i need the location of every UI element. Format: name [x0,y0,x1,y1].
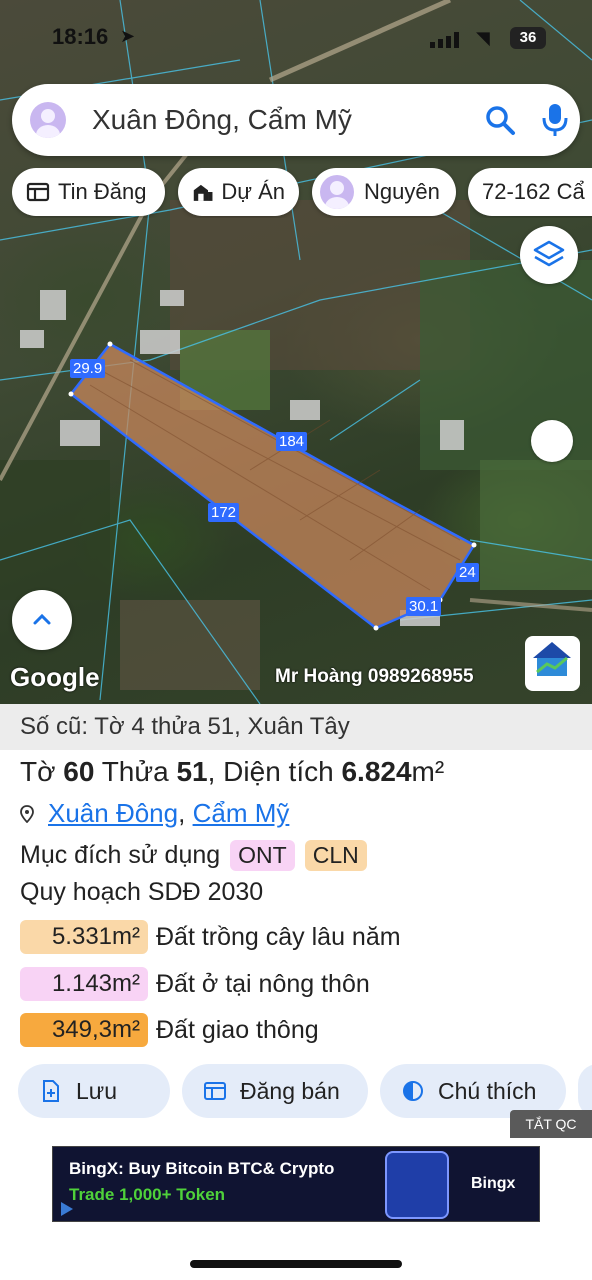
area-breakdown-label: Đất giao thông [156,1015,319,1044]
purpose-label: Mục đích sử dụng [20,841,221,869]
filter-chips: Tin Đăng Dự Án Nguyên 72-162 Cẩ [12,168,592,218]
chip-user[interactable]: Nguyên [312,168,456,216]
wifi-icon: ◥ [476,28,490,48]
search-input[interactable]: Xuân Đông, Cẩm Mỹ [92,104,352,136]
location-arrow-icon: ➤ [120,26,136,46]
area-unit: m² [411,756,445,787]
area-label: , Diện tích [207,756,334,787]
ad-subline: Trade 1,000+ Token [69,1185,226,1204]
legend-button-label: Chú thích [438,1077,537,1104]
land-use-purpose: Mục đích sử dụng ONT CLN [20,840,367,871]
home-indicator [190,1260,402,1268]
layers-button[interactable] [520,226,578,284]
newspaper-icon [26,182,50,202]
chip-label: Tin Đăng [58,179,147,204]
chip-du-an[interactable]: Dự Án [178,168,299,216]
sheet-label: Tờ [20,756,56,787]
purpose-tag-cln[interactable]: CLN [304,840,367,871]
area-breakdown-label: Đất ở tại nông thôn [156,969,370,998]
area-breakdown-row: 1.143m² Đất ở tại nông thôn [20,967,370,1001]
parcel-info-sheet: Số cũ: Tờ 4 thửa 51, Xuân Tây Tờ 60 Thửa… [0,704,592,1280]
old-parcel-info: Số cũ: Tờ 4 thửa 51, Xuân Tây [0,704,592,750]
chip-label: Dự Án [221,179,285,204]
plot-number: 51 [176,756,208,787]
post-for-sale-label: Đăng bán [240,1077,340,1104]
purpose-tag-ont[interactable]: ONT [230,840,295,871]
turn-off-ads-button[interactable]: TẮT QC [510,1110,592,1138]
chip-address[interactable]: 72-162 Cẩ [468,168,592,216]
sheet-number: 60 [63,756,95,787]
area-breakdown-row: 349,3m² Đất giao thông [20,1013,319,1047]
plan-label: Quy hoạch SDĐ 2030 [20,878,264,906]
search-icon[interactable] [484,104,516,136]
commune-link[interactable]: Xuân Đông [48,798,178,829]
edge-label-south: 172 [208,503,240,522]
district-link[interactable]: Cẩm Mỹ [193,798,290,829]
contact-watermark: Mr Hoàng 0989268955 [275,666,474,687]
building-icon [193,184,213,201]
location-pin-icon [20,804,34,823]
action-bar: Lưu Đăng bán Chú thích [18,1064,592,1118]
brand-logo [525,636,580,691]
area-breakdown-value: 1.143m² [20,967,148,1001]
area-breakdown-row: 5.331m² Đất trồng cây lâu năm [20,920,401,954]
avatar[interactable] [30,102,66,138]
search-bar[interactable]: Xuân Đông, Cẩm Mỹ [12,84,580,156]
ad-headline: BingX: Buy Bitcoin BTC& Crypto [69,1159,335,1178]
area-breakdown-value: 349,3m² [20,1013,148,1047]
area-value: 6.824 [341,756,412,787]
plot-label: Thửa [101,756,169,787]
area-breakdown-value: 5.331m² [20,920,148,954]
parcel-location: Xuân Đông, Cẩm Mỹ [20,798,289,829]
edge-label-top: 29.9 [70,359,106,378]
map-control-button[interactable] [531,420,573,462]
edge-label-southeast: 30.1 [406,597,442,616]
listing-icon [204,1082,226,1100]
signal-icon [430,32,459,48]
add-file-icon [43,1080,59,1102]
edge-label-north: 184 [276,432,308,451]
battery-indicator: 36 [510,27,546,49]
chip-label: Nguyên [364,179,440,204]
ad-phone-image [385,1151,449,1219]
post-for-sale-button[interactable]: Đăng bán [182,1064,368,1118]
layers-icon [533,240,565,267]
chip-label: 72-162 Cẩ [482,179,585,204]
microphone-icon[interactable] [540,102,570,138]
ad-brand: Bingx [471,1175,516,1192]
contrast-icon [403,1081,423,1101]
google-logo: Google [10,662,100,692]
area-breakdown-label: Đất trồng cây lâu năm [156,922,401,951]
map-view[interactable]: 29.9 184 172 24 30.1 18:16 ➤ ◥ 36 Xuân Đ… [0,0,592,704]
edge-label-east: 24 [456,563,479,582]
expand-sheet-button[interactable] [12,590,72,650]
parcel-title: Tờ 60 Thửa 51, Diện tích 6.824m² [20,756,444,788]
save-button-label: Lưu [76,1077,117,1104]
status-bar: 18:16 ➤ ◥ 36 [0,24,592,56]
location-separator: , [178,798,186,828]
status-time: 18:16 [52,24,109,49]
avatar [320,175,354,209]
chip-tin-dang[interactable]: Tin Đăng [12,168,165,216]
chevron-up-icon [33,613,51,625]
ad-choices-icon[interactable] [57,1199,77,1219]
ad-banner[interactable]: BingX: Buy Bitcoin BTC& Crypto Trade 1,0… [52,1146,540,1222]
save-button[interactable]: Lưu [18,1064,170,1118]
